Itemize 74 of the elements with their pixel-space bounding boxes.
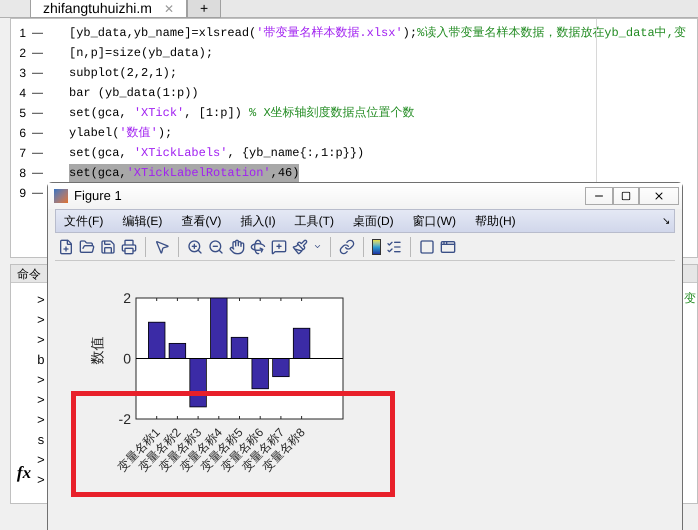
menu-arrow[interactable]: ↘ (662, 214, 670, 228)
window-icon[interactable] (440, 238, 456, 254)
code-line: [n,p]=size(yb_data); (69, 45, 214, 62)
code-line: ylabel('数值'); (69, 125, 172, 142)
code-line: bar (yb_data(1:p)) (69, 85, 199, 102)
save-icon[interactable] (100, 238, 116, 254)
line-number: 9 (18, 185, 26, 202)
line-marker: — (32, 106, 43, 121)
print-icon[interactable] (121, 238, 137, 254)
rotate-icon[interactable] (250, 238, 266, 254)
line-marker: — (32, 66, 43, 81)
line-number: 8 (18, 165, 26, 182)
zoom-out-icon[interactable] (208, 238, 224, 254)
line-marker: — (32, 26, 43, 41)
command-line: > (37, 452, 45, 470)
command-line: > (37, 392, 45, 410)
menu-item[interactable]: 工具(T) (294, 212, 334, 230)
menu-item[interactable]: 桌面(D) (352, 212, 394, 230)
menu-item[interactable]: 窗口(W) (412, 212, 456, 230)
command-line: > (37, 332, 45, 350)
command-line: > (37, 472, 45, 490)
new-file-icon[interactable] (58, 238, 74, 254)
y-tick-label: 2 (123, 290, 131, 306)
line-marker: — (32, 86, 43, 101)
zoom-in-icon[interactable] (187, 238, 203, 254)
y-tick-label: 0 (123, 350, 131, 366)
pointer-icon[interactable] (154, 238, 170, 254)
legend-icon[interactable] (386, 238, 402, 254)
maximize-icon (621, 191, 631, 201)
command-line: > (37, 412, 45, 430)
brush-icon[interactable] (292, 238, 308, 254)
line-number: 5 (18, 105, 26, 122)
line-number: 2 (18, 45, 26, 62)
window-title: Figure 1 (74, 187, 122, 206)
command-line: b (37, 352, 45, 370)
colorbar-icon[interactable] (372, 238, 381, 254)
y-axis-label: 数值 (89, 336, 105, 364)
close-button[interactable] (639, 187, 679, 205)
line-number: 6 (18, 125, 26, 142)
matlab-logo-icon (54, 189, 68, 203)
close-icon (653, 190, 665, 202)
command-output: 变 (684, 290, 696, 307)
code-line: set(gca, 'XTick', [1:p]) % X坐标轴刻度数据点位置个数 (69, 105, 415, 122)
command-line: s (37, 432, 45, 450)
folder-icon[interactable] (79, 238, 95, 254)
editor-tab[interactable]: + (186, 0, 222, 18)
code-line: set(gca, 'XTickLabels', {yb_name{:,1:p}}) (69, 145, 364, 162)
line-number: 4 (18, 85, 26, 102)
menu-item[interactable]: 插入(I) (240, 212, 276, 230)
square-icon[interactable] (419, 238, 435, 254)
line-marker: — (32, 46, 43, 61)
maximize-button[interactable] (613, 187, 639, 205)
line-number: 1 (18, 25, 26, 42)
menu-item[interactable]: 查看(V) (181, 212, 222, 230)
code-line: subplot(2,2,1); (69, 65, 178, 82)
data-cursor-icon[interactable] (271, 238, 287, 254)
line-marker: — (32, 126, 43, 141)
command-line: > (37, 292, 45, 310)
line-number: 3 (18, 65, 26, 82)
command-line: > (37, 372, 45, 390)
menu-item[interactable]: 帮助(H) (474, 212, 516, 230)
editor-tab[interactable]: zhifangtuhuizhi.m ✕ (30, 0, 187, 18)
line-number: 7 (18, 145, 26, 162)
line-marker: — (32, 186, 43, 201)
line-marker: — (32, 166, 43, 181)
y-tick-label: -2 (118, 411, 131, 427)
caret-icon[interactable] (313, 242, 322, 251)
hand-icon[interactable] (229, 238, 245, 254)
line-marker: — (32, 146, 43, 161)
command-line: > (37, 312, 45, 330)
menu-item[interactable]: 文件(F) (64, 212, 104, 230)
link-icon[interactable] (339, 238, 355, 254)
menu-item[interactable]: 编辑(E) (122, 212, 162, 230)
function-icon[interactable]: fx (16, 460, 32, 485)
